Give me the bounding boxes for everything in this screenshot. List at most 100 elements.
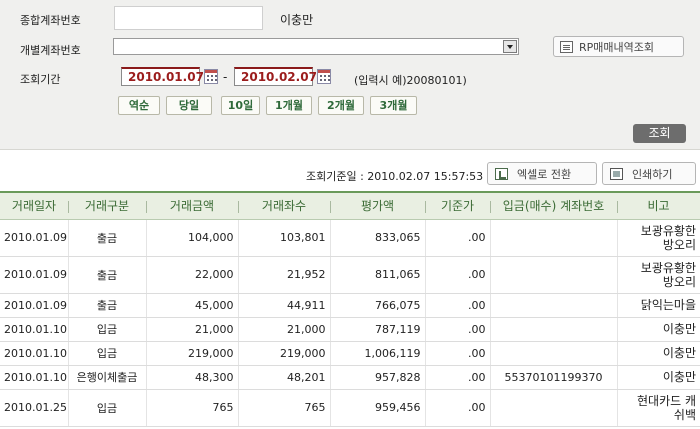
inquiry-basis-datetime: 조회기준일 : 2010.02.07 15:57:53	[306, 170, 484, 183]
table-row: 2010.01.09 출금 104,000 103,801 833,065.00 보광유황…	[0, 219, 700, 257]
transaction-rows: 2010.01.09 출금 104,000 103,801 833,065.00 보광유황…	[0, 219, 700, 427]
table-row: 2010.01.10 은행이체출금 48,300 48,201 957,828.00 55…	[0, 365, 700, 390]
table-row: 2010.01.10 입금 21,000 21,000 787,119.00 이충만	[0, 317, 700, 342]
reverse-order-button[interactable]: 역순	[118, 96, 160, 115]
cell-base-price: .00	[425, 256, 491, 294]
cell-trade-units: 765	[238, 389, 331, 427]
cell-remarks: 현대카드 캐 쉬백	[617, 389, 700, 427]
header-remarks: 비고	[617, 191, 700, 220]
cell-trade-type: 입금	[68, 317, 147, 342]
table-row: 2010.01.10 입금 219,000 219,000 1,006,119.00 이충…	[0, 341, 700, 366]
cell-trade-date: 2010.01.25	[0, 389, 69, 427]
cell-deposit-account	[490, 389, 618, 427]
cell-valuation: 811,065	[330, 256, 426, 294]
cell-trade-units: 103,801	[238, 219, 331, 257]
cell-valuation: 957,828	[330, 365, 426, 390]
cell-base-price: .00	[425, 365, 491, 390]
header-base-price: 기준가	[425, 191, 490, 220]
cell-base-price: .00	[425, 341, 491, 366]
cell-base-price: .00	[425, 293, 491, 318]
cell-trade-type: 출금	[68, 293, 147, 318]
cell-deposit-account	[490, 256, 618, 294]
cell-remarks: 보광유황한 방오리	[617, 256, 700, 294]
cell-trade-date: 2010.01.10	[0, 341, 69, 366]
two-months-button[interactable]: 2개월	[318, 96, 364, 115]
cell-trade-date: 2010.01.09	[0, 256, 69, 294]
cell-deposit-account	[490, 219, 618, 257]
cell-trade-units: 219,000	[238, 341, 331, 366]
rp-trade-history-button[interactable]: RP매매내역조회	[553, 36, 684, 57]
cell-deposit-account	[490, 293, 618, 318]
ten-days-button[interactable]: 10일	[221, 96, 260, 115]
table-header-row: 거래일자 거래구분 거래금액 거래좌수 평가액 기준가 입금(매수) 계좌번호 …	[0, 191, 700, 220]
calendar-to-icon[interactable]	[317, 69, 331, 84]
date-input-hint: (입력시 예)20080101)	[354, 74, 467, 87]
cell-valuation: 833,065	[330, 219, 426, 257]
dropdown-arrow-icon[interactable]	[503, 40, 517, 53]
cell-base-price: .00	[425, 219, 491, 257]
rp-trade-history-label: RP매매내역조회	[579, 40, 654, 54]
cell-valuation: 1,006,119	[330, 341, 426, 366]
header-deposit-account: 입금(매수) 계좌번호	[490, 191, 617, 220]
today-button[interactable]: 당일	[166, 96, 212, 115]
table-row: 2010.01.09 출금 22,000 21,952 811,065.00 보광유황한 방…	[0, 256, 700, 294]
one-month-button[interactable]: 1개월	[266, 96, 312, 115]
cell-trade-amount: 104,000	[146, 219, 239, 257]
date-from-input[interactable]: 2010.01.07	[121, 67, 204, 86]
cell-trade-type: 입금	[68, 389, 147, 427]
cell-trade-date: 2010.01.09	[0, 219, 69, 257]
header-trade-units: 거래좌수	[238, 191, 330, 220]
cell-valuation: 787,119	[330, 317, 426, 342]
cell-trade-type: 입금	[68, 341, 147, 366]
cell-deposit-account	[490, 341, 618, 366]
header-trade-type: 거래구분	[68, 191, 146, 220]
cell-remarks: 닭익는마을	[617, 293, 700, 318]
header-trade-date: 거래일자	[0, 191, 68, 220]
date-separator: -	[223, 70, 228, 84]
cell-valuation: 959,456	[330, 389, 426, 427]
table-row: 2010.01.25 입금 765 765 959,456.00 현대카드 캐 쉬백	[0, 389, 700, 427]
cell-base-price: .00	[425, 317, 491, 342]
date-to-input[interactable]: 2010.02.07	[234, 67, 317, 86]
cell-trade-amount: 219,000	[146, 341, 239, 366]
cell-trade-amount: 45,000	[146, 293, 239, 318]
export-excel-button[interactable]: 엑셀로 전환	[487, 162, 597, 185]
cell-trade-amount: 48,300	[146, 365, 239, 390]
calendar-from-icon[interactable]	[204, 69, 218, 84]
cell-trade-amount: 765	[146, 389, 239, 427]
cell-trade-amount: 21,000	[146, 317, 239, 342]
cell-trade-type: 출금	[68, 219, 147, 257]
cell-remarks: 보광유황한 방오리	[617, 219, 700, 257]
cell-trade-date: 2010.01.10	[0, 317, 69, 342]
cell-trade-units: 48,201	[238, 365, 331, 390]
period-label: 조회기간	[20, 73, 61, 86]
cell-trade-date: 2010.01.09	[0, 293, 69, 318]
cell-trade-units: 44,911	[238, 293, 331, 318]
header-valuation: 평가액	[330, 191, 425, 220]
cell-trade-units: 21,952	[238, 256, 331, 294]
three-months-button[interactable]: 3개월	[370, 96, 417, 115]
cell-trade-units: 21,000	[238, 317, 331, 342]
export-excel-label: 엑셀로 전환	[517, 167, 572, 181]
cell-deposit-account	[490, 317, 618, 342]
individual-account-select[interactable]	[113, 38, 519, 55]
integrated-account-field[interactable]	[114, 6, 263, 30]
cell-trade-type: 출금	[68, 256, 147, 294]
cell-trade-amount: 22,000	[146, 256, 239, 294]
account-owner-name: 이충만	[280, 13, 314, 27]
print-icon	[610, 167, 623, 180]
cell-base-price: .00	[425, 389, 491, 427]
cell-trade-date: 2010.01.10	[0, 365, 69, 390]
cell-deposit-account: 55370101199370	[490, 365, 618, 390]
inquiry-button[interactable]: 조회	[633, 124, 686, 143]
document-search-icon	[560, 40, 573, 53]
cell-remarks: 이충만	[617, 365, 700, 390]
cell-trade-type: 은행이체출금	[68, 365, 147, 390]
cell-valuation: 766,075	[330, 293, 426, 318]
excel-icon	[495, 167, 508, 180]
print-button[interactable]: 인쇄하기	[602, 162, 696, 185]
individual-account-label: 개별계좌번호	[20, 44, 81, 57]
cell-remarks: 이충만	[617, 341, 700, 366]
transaction-table: 거래일자 거래구분 거래금액 거래좌수 평가액 기준가 입금(매수) 계좌번호 …	[0, 191, 700, 427]
integrated-account-label: 종합계좌번호	[20, 14, 81, 27]
